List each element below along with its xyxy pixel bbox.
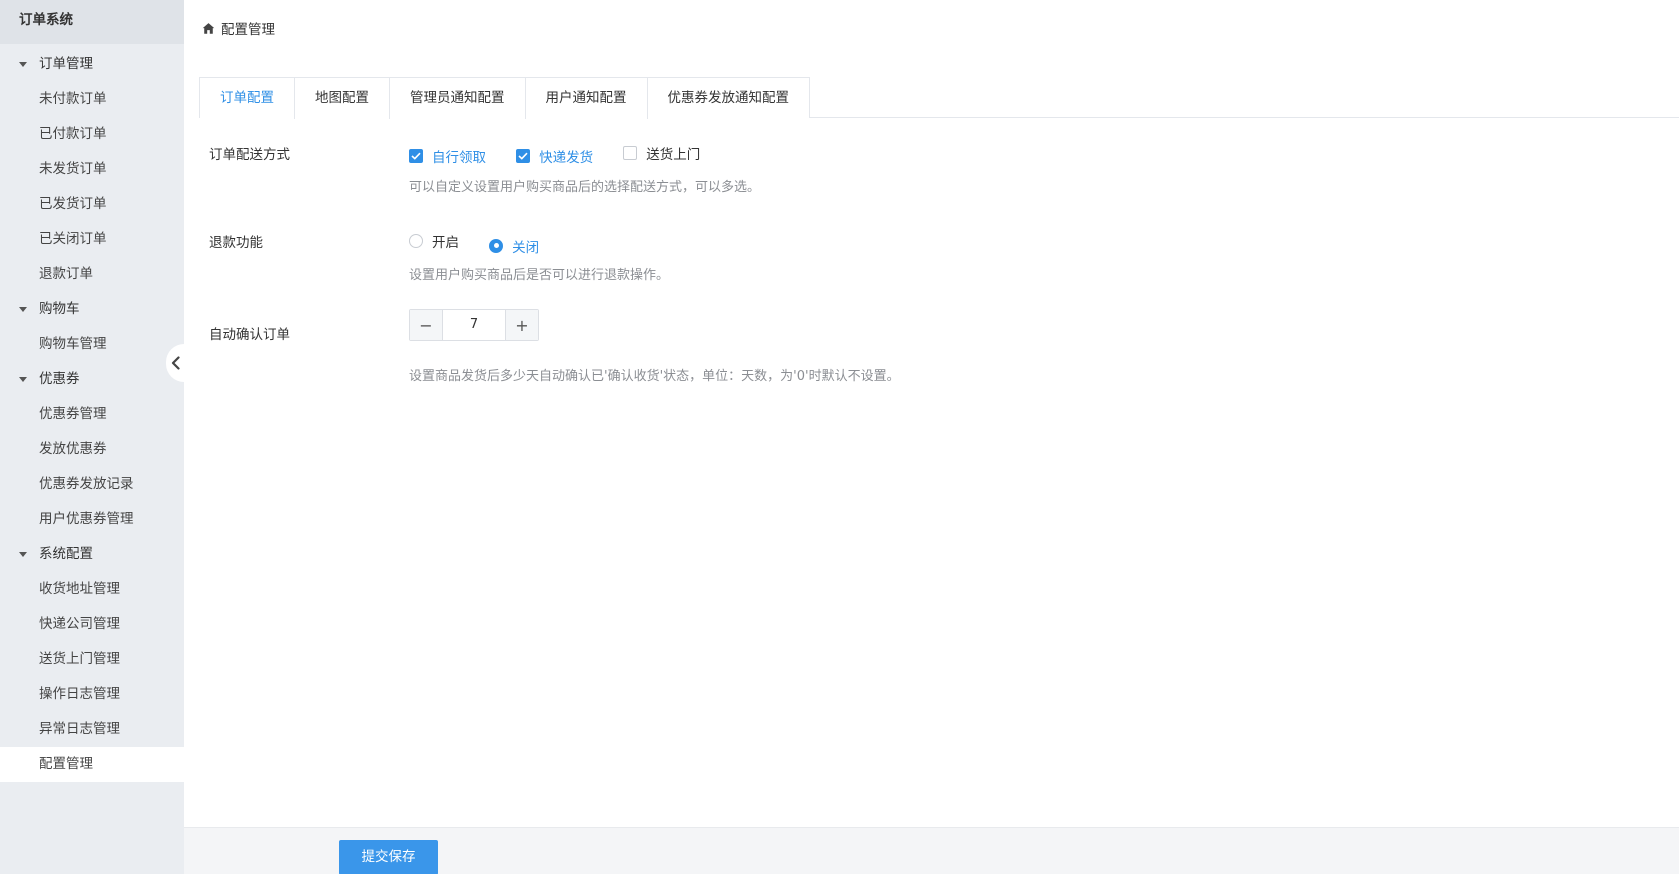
sidebar-item-refund-orders[interactable]: 退款订单: [0, 257, 184, 292]
sidebar-item-cart-management[interactable]: 购物车管理: [0, 327, 184, 362]
checkbox-checked-icon[interactable]: [409, 149, 423, 163]
auto-confirm-hint: 设置商品发货后多少天自动确认已'确认收货'状态，单位：天数，为'0'时默认不设置…: [409, 369, 900, 384]
sidebar-item-coupon-management[interactable]: 优惠券管理: [0, 397, 184, 432]
submit-save-button[interactable]: 提交保存: [339, 840, 438, 874]
sidebar-item-paid-orders[interactable]: 已付款订单: [0, 117, 184, 152]
sidebar-item-home-delivery[interactable]: 送货上门管理: [0, 642, 184, 677]
increment-button[interactable]: +: [505, 310, 538, 340]
delivery-label: 订单配送方式: [209, 147, 290, 163]
auto-confirm-stepper: − 7 +: [409, 309, 539, 341]
delivery-option-home-delivery[interactable]: 送货上门: [623, 143, 700, 163]
checkbox-checked-icon[interactable]: [516, 149, 531, 163]
sidebar-item-config-management[interactable]: 配置管理: [0, 747, 184, 782]
decrement-button[interactable]: −: [410, 310, 443, 340]
sidebar-group-label: 购物车: [39, 301, 80, 317]
app-title: 订单系统: [0, 0, 184, 44]
caret-down-icon: [19, 307, 27, 312]
tab-admin-notify-config[interactable]: 管理员通知配置: [389, 78, 525, 119]
option-label: 关闭: [512, 239, 540, 256]
tab-user-notify-config[interactable]: 用户通知配置: [524, 78, 647, 119]
sidebar-item-unshipped-orders[interactable]: 未发货订单: [0, 152, 184, 187]
refund-hint: 设置用户购买商品后是否可以进行退款操作。: [409, 268, 670, 283]
tab-map-config[interactable]: 地图配置: [294, 78, 389, 119]
refund-label: 退款功能: [209, 235, 263, 251]
sidebar-item-error-logs[interactable]: 异常日志管理: [0, 712, 184, 747]
sidebar-nav: 订单管理 未付款订单 已付款订单 未发货订单 已发货订单 已关闭订单 退款订单 …: [0, 44, 184, 782]
home-icon: [202, 22, 215, 34]
sidebar-group-label: 系统配置: [39, 546, 93, 562]
refund-option-off[interactable]: 关闭: [489, 236, 539, 256]
sidebar-item-operation-logs[interactable]: 操作日志管理: [0, 677, 184, 712]
sidebar-item-user-coupons[interactable]: 用户优惠券管理: [0, 502, 184, 537]
caret-down-icon: [19, 62, 27, 67]
option-label: 快递发货: [539, 150, 594, 166]
sidebar-item-unpaid-orders[interactable]: 未付款订单: [0, 82, 184, 117]
radio-unchecked-icon[interactable]: [409, 234, 423, 248]
caret-down-icon: [19, 377, 27, 382]
footer-bar: 提交保存: [184, 827, 1679, 874]
sidebar-group-cart[interactable]: 购物车: [0, 292, 184, 327]
sidebar-group-label: 订单管理: [39, 56, 93, 72]
refund-options: 开启 关闭: [409, 231, 565, 256]
sidebar-group-label: 优惠券: [39, 371, 80, 387]
option-label: 送货上门: [646, 147, 701, 163]
tab-bar: 订单配置 地图配置 管理员通知配置 用户通知配置 优惠券发放通知配置: [199, 77, 1679, 120]
chevron-left-icon: [171, 356, 180, 370]
tab-order-config[interactable]: 订单配置: [200, 78, 294, 120]
sidebar-item-courier-management[interactable]: 快递公司管理: [0, 607, 184, 642]
sidebar-item-issue-coupon[interactable]: 发放优惠券: [0, 432, 184, 467]
option-label: 自行领取: [432, 150, 486, 166]
sidebar-item-coupon-records[interactable]: 优惠券发放记录: [0, 467, 184, 502]
breadcrumb: 配置管理: [202, 19, 275, 38]
delivery-hint: 可以自定义设置用户购买商品后的选择配送方式，可以多选。: [409, 180, 761, 195]
sidebar-group-system-config[interactable]: 系统配置: [0, 537, 184, 572]
refund-option-on[interactable]: 开启: [409, 231, 459, 251]
checkbox-unchecked-icon[interactable]: [623, 146, 638, 160]
delivery-option-self-pickup[interactable]: 自行领取: [409, 146, 486, 166]
main-content: 配置管理 订单配置 地图配置 管理员通知配置 用户通知配置 优惠券发放通知配置 …: [184, 0, 1679, 874]
breadcrumb-label: 配置管理: [221, 22, 275, 38]
sidebar: 订单系统 订单管理 未付款订单 已付款订单 未发货订单 已发货订单 已关闭订单 …: [0, 0, 184, 874]
tab-coupon-notify-config[interactable]: 优惠券发放通知配置: [646, 78, 809, 119]
auto-confirm-days-input[interactable]: 7: [443, 310, 505, 340]
auto-confirm-label: 自动确认订单: [209, 327, 290, 343]
delivery-options: 自行领取 快递发货 送货上门: [409, 143, 726, 166]
radio-checked-icon[interactable]: [489, 238, 504, 253]
delivery-option-express[interactable]: 快递发货: [516, 146, 593, 166]
sidebar-group-order-management[interactable]: 订单管理: [0, 47, 184, 82]
caret-down-icon: [19, 552, 27, 557]
sidebar-item-shipped-orders[interactable]: 已发货订单: [0, 187, 184, 222]
sidebar-group-coupons[interactable]: 优惠券: [0, 362, 184, 397]
option-label: 开启: [432, 235, 459, 251]
sidebar-item-closed-orders[interactable]: 已关闭订单: [0, 222, 184, 257]
sidebar-item-address-management[interactable]: 收货地址管理: [0, 572, 184, 607]
